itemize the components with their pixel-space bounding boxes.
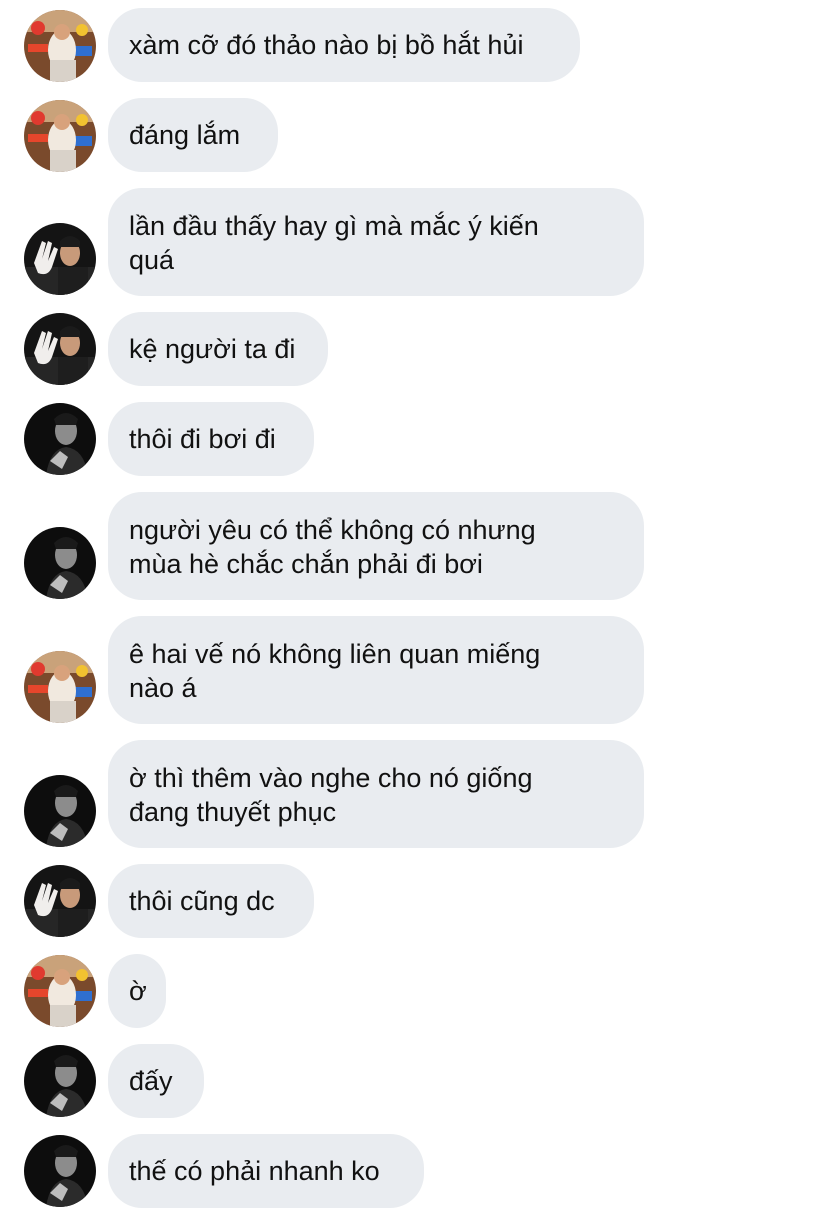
avatar-user-a[interactable] [24, 10, 96, 82]
colorful-photo-avatar-icon [24, 651, 96, 723]
avatar-user-a[interactable] [24, 955, 96, 1027]
avatar-user-a[interactable] [24, 651, 96, 723]
avatar-user-c[interactable] [24, 775, 96, 847]
message-bubble: ờ [108, 954, 166, 1028]
message-bubble: thôi đi bơi đi [108, 402, 314, 476]
message-row: thôi cũng dc [0, 864, 828, 938]
avatar-user-a[interactable] [24, 100, 96, 172]
message-row: đáng lắm [0, 98, 828, 172]
message-row: ờ thì thêm vào nghe cho nó giống đang th… [0, 740, 828, 848]
dark-portrait-photo-avatar-icon [24, 1135, 96, 1207]
dark-portrait-photo-avatar-icon [24, 775, 96, 847]
message-bubble: thế có phải nhanh ko [108, 1134, 424, 1208]
dark-portrait-photo-avatar-icon [24, 527, 96, 599]
waving-hand-photo-avatar-icon [24, 865, 96, 937]
message-row: ờ [0, 954, 828, 1028]
message-row: lần đầu thấy hay gì mà mắc ý kiến quá [0, 188, 828, 296]
dark-portrait-photo-avatar-icon [24, 1045, 96, 1117]
message-row: ê hai vế nó không liên quan miếng nào á [0, 616, 828, 724]
message-bubble: xàm cỡ đó thảo nào bị bồ hắt hủi [108, 8, 580, 82]
dark-portrait-photo-avatar-icon [24, 403, 96, 475]
colorful-photo-avatar-icon [24, 955, 96, 1027]
message-row: kệ người ta đi [0, 312, 828, 386]
message-bubble: kệ người ta đi [108, 312, 328, 386]
message-row: xàm cỡ đó thảo nào bị bồ hắt hủi [0, 8, 828, 82]
message-bubble: ờ thì thêm vào nghe cho nó giống đang th… [108, 740, 644, 848]
message-bubble: thôi cũng dc [108, 864, 314, 938]
avatar-user-c[interactable] [24, 403, 96, 475]
colorful-photo-avatar-icon [24, 10, 96, 82]
waving-hand-photo-avatar-icon [24, 223, 96, 295]
message-bubble: người yêu có thể không có nhưng mùa hè c… [108, 492, 644, 600]
colorful-photo-avatar-icon [24, 100, 96, 172]
waving-hand-photo-avatar-icon [24, 313, 96, 385]
avatar-user-b[interactable] [24, 313, 96, 385]
message-bubble: đáng lắm [108, 98, 278, 172]
message-row: người yêu có thể không có nhưng mùa hè c… [0, 492, 828, 600]
avatar-user-b[interactable] [24, 223, 96, 295]
message-row: thôi đi bơi đi [0, 402, 828, 476]
avatar-user-b[interactable] [24, 865, 96, 937]
avatar-user-c[interactable] [24, 1135, 96, 1207]
message-bubble: ê hai vế nó không liên quan miếng nào á [108, 616, 644, 724]
avatar-user-c[interactable] [24, 1045, 96, 1117]
message-bubble: đấy [108, 1044, 204, 1118]
message-bubble: lần đầu thấy hay gì mà mắc ý kiến quá [108, 188, 644, 296]
message-thread: xàm cỡ đó thảo nào bị bồ hắt hủi đáng lắ… [0, 0, 828, 1223]
avatar-user-c[interactable] [24, 527, 96, 599]
message-row: thế có phải nhanh ko [0, 1134, 828, 1208]
message-row: đấy [0, 1044, 828, 1118]
